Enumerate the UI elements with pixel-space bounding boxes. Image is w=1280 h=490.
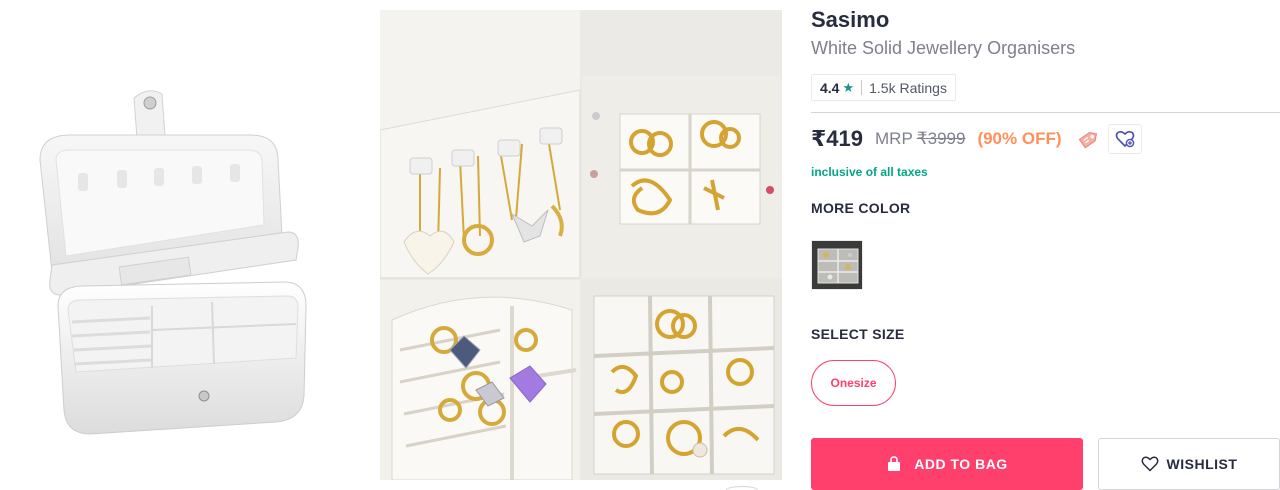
mrp-label: MRP — [875, 129, 913, 148]
discount-label: (90% OFF) — [977, 129, 1062, 148]
product-name: White Solid Jewellery Organisers — [811, 38, 1076, 58]
gallery-scroll-indicator[interactable] — [726, 486, 758, 490]
selling-price: ₹419 — [811, 126, 864, 151]
color-swatch[interactable] — [811, 240, 863, 290]
rating-badge[interactable]: 4.4 ★ 1.5k Ratings — [811, 74, 956, 101]
wishlist-button[interactable]: WISHLIST — [1098, 438, 1280, 490]
product-image-1[interactable] — [0, 10, 368, 480]
heart-plus-icon[interactable] — [1107, 124, 1142, 154]
rating-separator — [861, 80, 863, 95]
add-to-bag-button[interactable]: ADD TO BAG — [811, 438, 1083, 490]
tax-note: inclusive of all taxes — [811, 165, 928, 179]
jewellery-collage-illustration — [380, 10, 782, 480]
shopping-bag-icon — [886, 456, 902, 472]
image-gallery — [0, 0, 790, 490]
wishlist-label: WISHLIST — [1166, 456, 1238, 472]
price-tag-icon[interactable] — [1076, 126, 1102, 152]
product-brand: Sasimo — [811, 7, 890, 32]
size-option-onesize[interactable]: Onesize — [811, 360, 896, 406]
jewellery-box-illustration — [39, 90, 307, 435]
product-image-2[interactable] — [380, 10, 782, 480]
mrp-value: ₹3999 — [916, 129, 966, 148]
price-row: ₹419 MRP ₹3999 (90% OFF) — [811, 124, 1142, 154]
product-details: Sasimo White Solid Jewellery Organisers … — [811, 0, 1280, 490]
heart-outline-icon — [1141, 456, 1159, 472]
rating-value: 4.4 — [820, 79, 840, 96]
section-divider — [811, 112, 1280, 113]
star-icon: ★ — [842, 79, 855, 95]
add-to-bag-label: ADD TO BAG — [914, 456, 1008, 472]
mrp-block: MRP ₹3999 — [875, 129, 965, 149]
more-color-heading: MORE COLOR — [811, 200, 911, 216]
select-size-heading: SELECT SIZE — [811, 326, 905, 342]
rating-count: 1.5k Ratings — [869, 79, 947, 96]
